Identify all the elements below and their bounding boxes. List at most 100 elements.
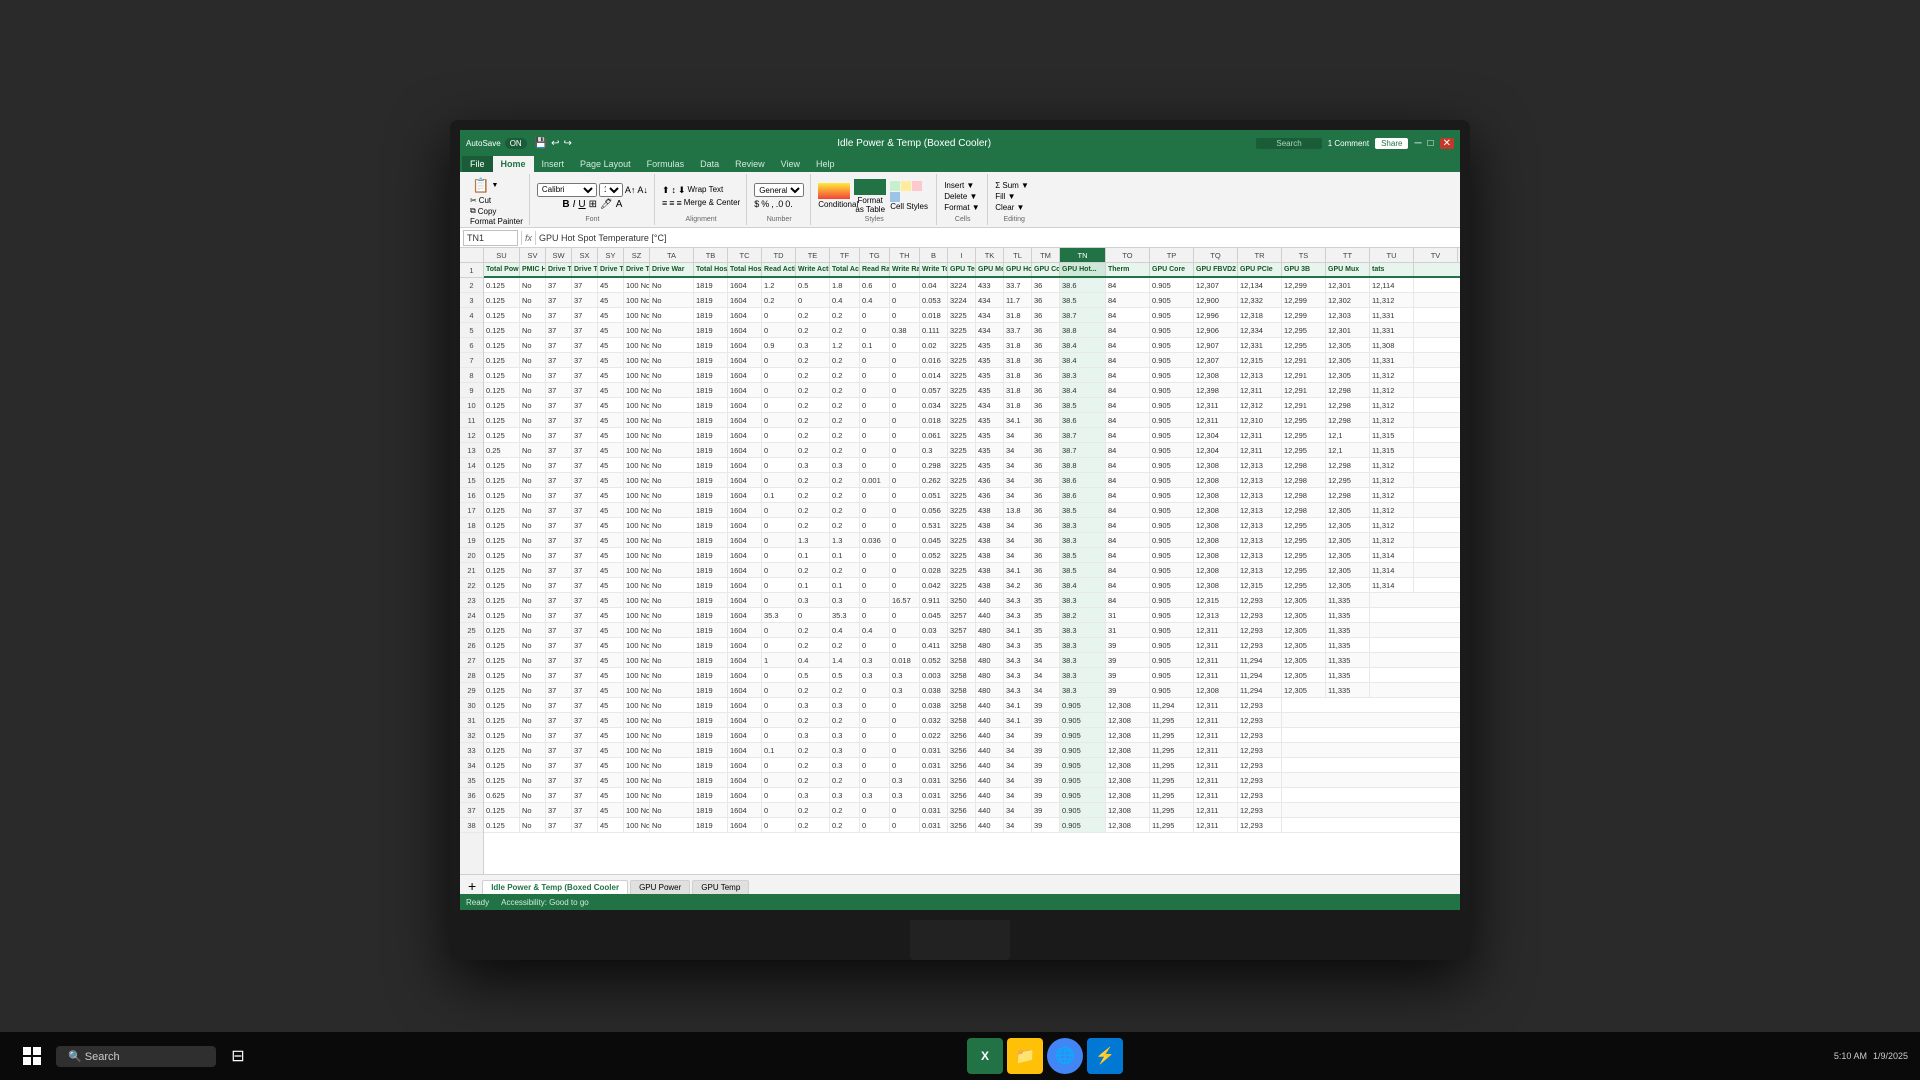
grid-cell[interactable]: 45 — [598, 578, 624, 592]
grid-cell[interactable]: 3256 — [948, 788, 976, 802]
grid-cell[interactable]: 36 — [1032, 338, 1060, 352]
grid-cell[interactable]: No — [650, 608, 694, 622]
header-cell-16[interactable]: GPU Mem — [976, 263, 1004, 276]
grid-cell[interactable]: 0.1 — [796, 548, 830, 562]
grid-cell[interactable]: 0.4 — [860, 293, 890, 307]
grid-cell[interactable]: 37 — [546, 728, 572, 742]
grid-cell[interactable]: 84 — [1106, 323, 1150, 337]
grid-cell[interactable]: No — [520, 788, 546, 802]
grid-cell[interactable]: 0.905 — [1060, 728, 1106, 742]
grid-cell[interactable]: 12,305 — [1326, 578, 1370, 592]
grid-cell[interactable]: 100 No — [624, 818, 650, 832]
grid-cell[interactable]: No — [520, 803, 546, 817]
taskbar-app-icon[interactable]: ⚡ — [1087, 1038, 1123, 1074]
grid-cell[interactable]: 0.1 — [762, 488, 796, 502]
grid-cell[interactable]: 0.125 — [484, 473, 520, 487]
header-cell-20[interactable]: Therm — [1106, 263, 1150, 276]
grid-cell[interactable]: 0.262 — [920, 473, 948, 487]
grid-cell[interactable]: 12,308 — [1194, 548, 1238, 562]
grid-cell[interactable]: 0.125 — [484, 413, 520, 427]
grid-cell[interactable]: 36 — [1032, 353, 1060, 367]
grid-cell[interactable]: 45 — [598, 713, 624, 727]
font-family-select[interactable]: Calibri — [537, 183, 597, 197]
grid-cell[interactable]: No — [520, 398, 546, 412]
grid-cell[interactable]: 1604 — [728, 293, 762, 307]
grid-cell[interactable]: 100 No — [624, 383, 650, 397]
grid-cell[interactable]: 434 — [976, 293, 1004, 307]
grid-cell[interactable]: 36 — [1032, 278, 1060, 292]
grid-cell[interactable]: 37 — [546, 803, 572, 817]
grid-cell[interactable]: 1819 — [694, 698, 728, 712]
header-cell-0[interactable]: Total Pow — [484, 263, 520, 276]
grid-cell[interactable]: 39 — [1106, 638, 1150, 652]
grid-cell[interactable]: 12,332 — [1238, 293, 1282, 307]
grid-cell[interactable]: 0.125 — [484, 518, 520, 532]
grid-cell[interactable]: 12,308 — [1106, 803, 1150, 817]
grid-cell[interactable]: 3256 — [948, 818, 976, 832]
grid-cell[interactable]: 100 No — [624, 758, 650, 772]
col-header-sw[interactable]: SW — [546, 248, 572, 262]
grid-cell[interactable]: 3225 — [948, 518, 976, 532]
grid-cell[interactable]: 0 — [860, 608, 890, 622]
grid-cell[interactable]: 1819 — [694, 398, 728, 412]
grid-cell[interactable]: 37 — [546, 383, 572, 397]
grid-cell[interactable]: 0.045 — [920, 608, 948, 622]
grid-cell[interactable]: 1604 — [728, 368, 762, 382]
grid-cell[interactable]: 34.3 — [1004, 638, 1032, 652]
grid-cell[interactable]: 0.2 — [796, 518, 830, 532]
grid-cell[interactable]: 0.905 — [1150, 473, 1194, 487]
grid-cell[interactable]: 12,312 — [1238, 398, 1282, 412]
underline-btn[interactable]: U — [578, 199, 585, 210]
grid-cell[interactable]: 45 — [598, 488, 624, 502]
grid-cell[interactable]: 35.3 — [830, 608, 860, 622]
grid-cell[interactable]: 12,313 — [1238, 533, 1282, 547]
grid-cell[interactable]: 34 — [1004, 428, 1032, 442]
grid-cell[interactable]: 1604 — [728, 503, 762, 517]
grid-cell[interactable]: No — [650, 683, 694, 697]
grid-cell[interactable]: 0 — [762, 623, 796, 637]
grid-cell[interactable]: 12,305 — [1282, 623, 1326, 637]
grid-cell[interactable]: 0.3 — [796, 788, 830, 802]
grid-cell[interactable]: 45 — [598, 398, 624, 412]
grid-cell[interactable]: 45 — [598, 683, 624, 697]
grid-cell[interactable]: 0.038 — [920, 683, 948, 697]
grid-cell[interactable]: 1604 — [728, 383, 762, 397]
grid-cell[interactable]: 0 — [860, 818, 890, 832]
grid-cell[interactable]: 37 — [546, 398, 572, 412]
grid-cell[interactable]: 3257 — [948, 623, 976, 637]
grid-cell[interactable]: 37 — [572, 443, 598, 457]
grid-cell[interactable]: 11,295 — [1150, 773, 1194, 787]
search-box[interactable]: Search — [1256, 138, 1321, 149]
grid-cell[interactable]: No — [520, 743, 546, 757]
grid-cell[interactable]: 0.052 — [920, 653, 948, 667]
grid-cell[interactable]: 45 — [598, 278, 624, 292]
grid-cell[interactable]: 12,315 — [1194, 593, 1238, 607]
grid-cell[interactable]: No — [650, 503, 694, 517]
grid-cell[interactable]: 38.7 — [1060, 308, 1106, 322]
grid-cell[interactable]: No — [650, 353, 694, 367]
redo-icon[interactable]: ↪ — [564, 138, 572, 149]
align-bottom-btn[interactable]: ⬇ — [678, 185, 686, 196]
grid-cell[interactable]: 38.6 — [1060, 278, 1106, 292]
grid-cell[interactable]: 34 — [1004, 488, 1032, 502]
grid-cell[interactable]: 37 — [572, 743, 598, 757]
grid-cell[interactable]: 12,305 — [1326, 353, 1370, 367]
grid-cell[interactable]: 0.2 — [796, 563, 830, 577]
grid-cell[interactable]: 11,294 — [1238, 668, 1282, 682]
grid-cell[interactable]: 0.014 — [920, 368, 948, 382]
sum-btn[interactable]: Σ Sum ▼ — [995, 181, 1033, 190]
grid-cell[interactable]: 12,293 — [1238, 773, 1282, 787]
grid-cell[interactable]: 37 — [546, 563, 572, 577]
grid-cell[interactable]: 12,301 — [1326, 278, 1370, 292]
grid-cell[interactable]: 12,302 — [1326, 293, 1370, 307]
grid-cell[interactable]: 1.4 — [830, 653, 860, 667]
grid-cell[interactable]: 11,331 — [1370, 353, 1414, 367]
grid-cell[interactable]: 0.2 — [796, 428, 830, 442]
grid-cell[interactable]: 1604 — [728, 683, 762, 697]
grid-cell[interactable]: 100 No — [624, 713, 650, 727]
grid-cell[interactable]: 38.3 — [1060, 623, 1106, 637]
col-header-ta[interactable]: TA — [650, 248, 694, 262]
grid-cell[interactable]: 45 — [598, 503, 624, 517]
grid-cell[interactable]: 45 — [598, 593, 624, 607]
delete-btn[interactable]: Delete ▼ — [944, 192, 981, 201]
